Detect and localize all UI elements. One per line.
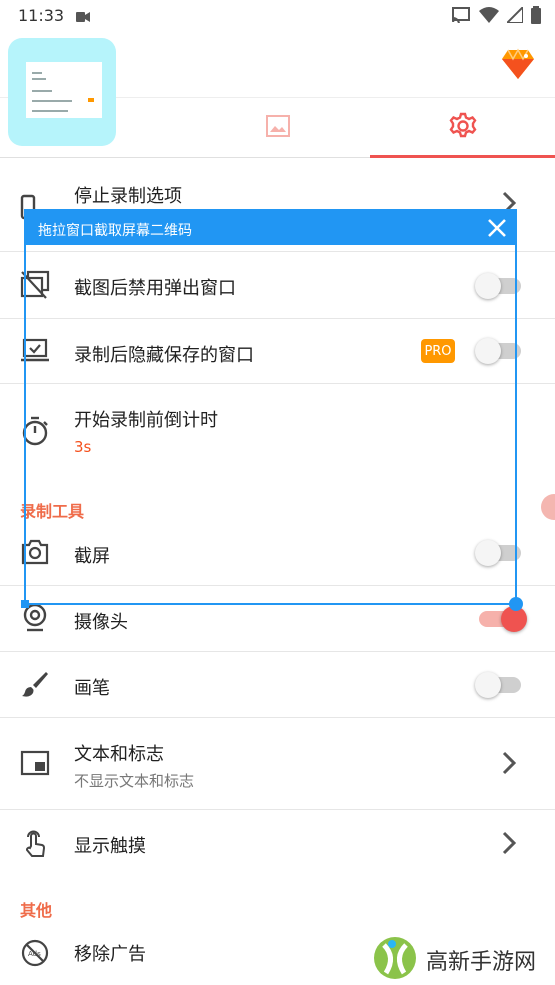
svg-text:Ads: Ads — [28, 950, 41, 958]
brush-label: 画笔 — [74, 678, 110, 699]
chevron-right-icon — [501, 830, 517, 860]
camera-label: 摄像头 — [74, 612, 128, 633]
resize-handle-bottom-left[interactable] — [21, 600, 29, 608]
row-text-logo[interactable]: 文本和标志 不显示文本和标志 — [0, 718, 555, 810]
video-camera-icon — [76, 9, 90, 27]
image-icon — [265, 115, 290, 141]
status-icons — [451, 4, 541, 28]
picture-in-picture-icon — [20, 750, 50, 780]
close-icon[interactable] — [485, 216, 509, 240]
camera-toggle[interactable] — [479, 606, 527, 632]
wifi-icon — [479, 7, 499, 27]
section-header-other: 其他 — [20, 901, 53, 920]
battery-icon — [531, 6, 541, 28]
tab-images[interactable] — [185, 98, 370, 158]
diamond-icon[interactable] — [501, 48, 535, 84]
tab-bar — [0, 98, 555, 158]
row-show-touch[interactable]: 显示触摸 — [0, 810, 555, 878]
watermark-logo-icon — [372, 935, 418, 985]
resize-handle-bottom-right[interactable] — [509, 597, 523, 611]
signal-icon — [504, 4, 524, 27]
watermark: 高新手游网 — [372, 935, 555, 985]
remove-ads-label: 移除广告 — [74, 944, 146, 965]
tab-video[interactable] — [0, 98, 185, 158]
qr-capture-header[interactable]: 拖拉窗口截取屏幕二维码 — [26, 211, 515, 245]
text-logo-subtitle: 不显示文本和标志 — [74, 772, 195, 790]
floating-bubble[interactable] — [541, 494, 555, 520]
row-brush[interactable]: 画笔 — [0, 652, 555, 718]
text-logo-label: 文本和标志 — [74, 744, 164, 765]
touch-icon — [20, 828, 50, 858]
show-touch-label: 显示触摸 — [74, 836, 146, 857]
ads-off-icon: Ads — [20, 938, 50, 968]
brush-toggle[interactable] — [475, 672, 521, 698]
chevron-right-icon — [501, 750, 517, 780]
tab-settings[interactable] — [370, 98, 555, 158]
qr-capture-title: 拖拉窗口截取屏幕二维码 — [38, 223, 192, 239]
stop-options-label: 停止录制选项 — [74, 186, 182, 207]
cast-icon — [451, 7, 471, 27]
status-bar: 11:33 — [0, 0, 555, 30]
brush-icon — [20, 670, 50, 700]
gear-icon — [449, 112, 477, 144]
status-time: 11:33 — [18, 6, 65, 25]
qr-capture-window[interactable]: 拖拉窗口截取屏幕二维码 — [21, 209, 523, 611]
watermark-text: 高新手游网 — [426, 950, 537, 975]
